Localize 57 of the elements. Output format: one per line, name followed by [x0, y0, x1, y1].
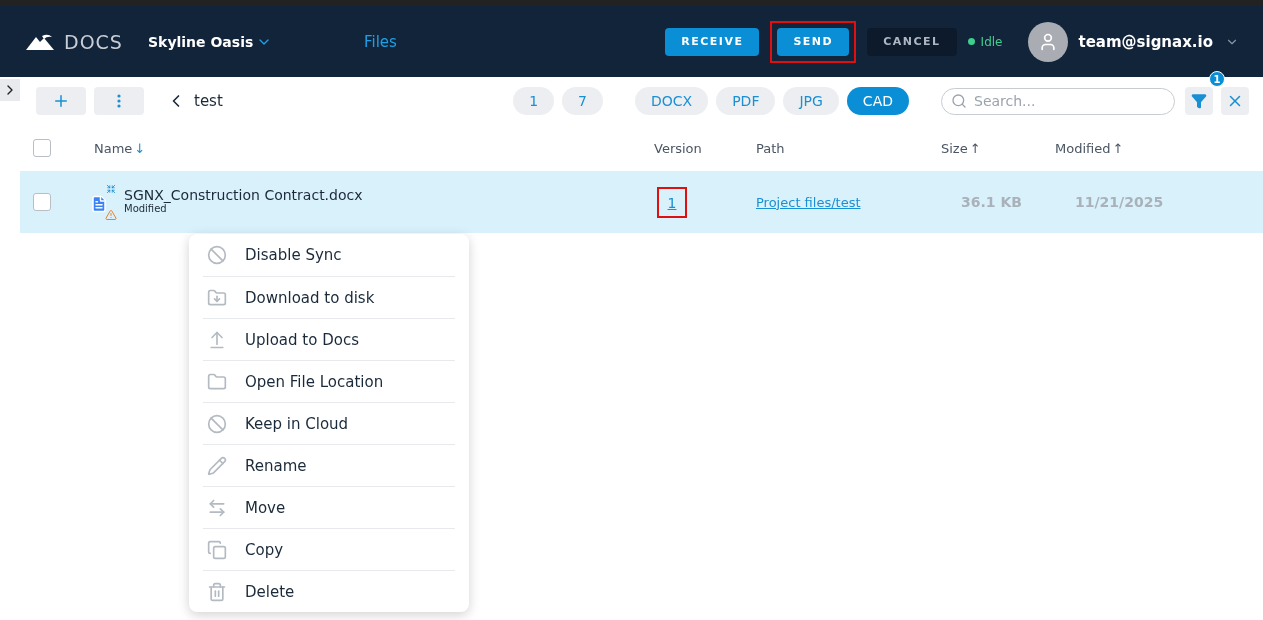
avatar[interactable]: [1028, 21, 1069, 62]
file-row[interactable]: SGNX_Construction Contract.docx Modified 1 Project files/test 36.1 KB 11/21/2025: [20, 171, 1263, 233]
menu-item[interactable]: Upload to Docs: [203, 318, 455, 360]
warning-icon: [105, 209, 117, 221]
document-icon: [90, 195, 108, 213]
folder-download-icon: [207, 287, 227, 308]
nav-link[interactable]: Files: [364, 32, 659, 51]
menu-item[interactable]: Move: [203, 486, 455, 528]
row-checkbox[interactable]: [33, 193, 51, 211]
more-icon: [117, 94, 121, 108]
table-cell-text: 36.1 KB: [961, 194, 1023, 210]
pencil-icon: [207, 455, 227, 476]
sidebar-toggle[interactable]: [0, 79, 20, 101]
file-name: SGNX_Construction Contract.docx: [124, 186, 363, 203]
breadcrumb: test: [194, 92, 223, 110]
plus-icon: [52, 92, 70, 110]
sort-arrow[interactable]: ↓: [134, 140, 146, 156]
arrows-icon: [207, 497, 227, 518]
column-header[interactable]: Version: [654, 140, 702, 156]
menu-item[interactable]: Disable Sync: [203, 234, 455, 276]
action-button[interactable]: CANCEL: [867, 27, 957, 56]
file-status: Modified: [124, 202, 168, 214]
filter-icon: [1191, 93, 1207, 109]
menu-item[interactable]: Copy: [203, 528, 455, 570]
column-header[interactable]: Path: [756, 140, 785, 156]
sort-arrow[interactable]: ↑: [969, 140, 981, 156]
column-header[interactable]: Name: [94, 140, 133, 156]
add-button[interactable]: [36, 87, 86, 115]
project-selector[interactable]: Skyline Oasis: [148, 33, 364, 50]
menu-item[interactable]: Open File Location: [203, 360, 455, 402]
filter-count-badge: 1: [1209, 71, 1225, 87]
action-button[interactable]: SEND: [777, 27, 850, 56]
upload-icon: [207, 329, 227, 350]
trash-icon: [207, 581, 227, 602]
menu-item[interactable]: Rename: [203, 444, 455, 486]
column-header[interactable]: Modified: [1055, 140, 1111, 156]
menu-item[interactable]: Download to disk: [203, 276, 455, 318]
logo-icon: [26, 33, 54, 50]
filter-chip[interactable]: CAD: [846, 87, 909, 115]
sync-icon: [106, 184, 116, 194]
app-name: DOCS: [64, 30, 123, 53]
block-icon: [207, 245, 227, 265]
table-cell-text: 11/21/2025: [1075, 194, 1165, 210]
sort-arrow[interactable]: ↑: [1112, 140, 1124, 156]
user-email[interactable]: team@signax.io: [1078, 32, 1213, 51]
menu-item[interactable]: Delete: [203, 570, 455, 612]
action-button[interactable]: RECEIVE: [665, 27, 760, 56]
copy-icon: [207, 539, 227, 560]
status-label: Idle: [980, 34, 1003, 49]
column-header[interactable]: Size: [941, 140, 968, 156]
block-icon: [207, 413, 227, 434]
folder-icon: [207, 371, 227, 392]
select-all-checkbox[interactable]: [33, 139, 51, 157]
menu-item[interactable]: Keep in Cloud: [203, 402, 455, 444]
close-button[interactable]: [1221, 87, 1249, 115]
search-field[interactable]: Search...: [941, 87, 1175, 115]
filter-button[interactable]: [1185, 87, 1213, 115]
